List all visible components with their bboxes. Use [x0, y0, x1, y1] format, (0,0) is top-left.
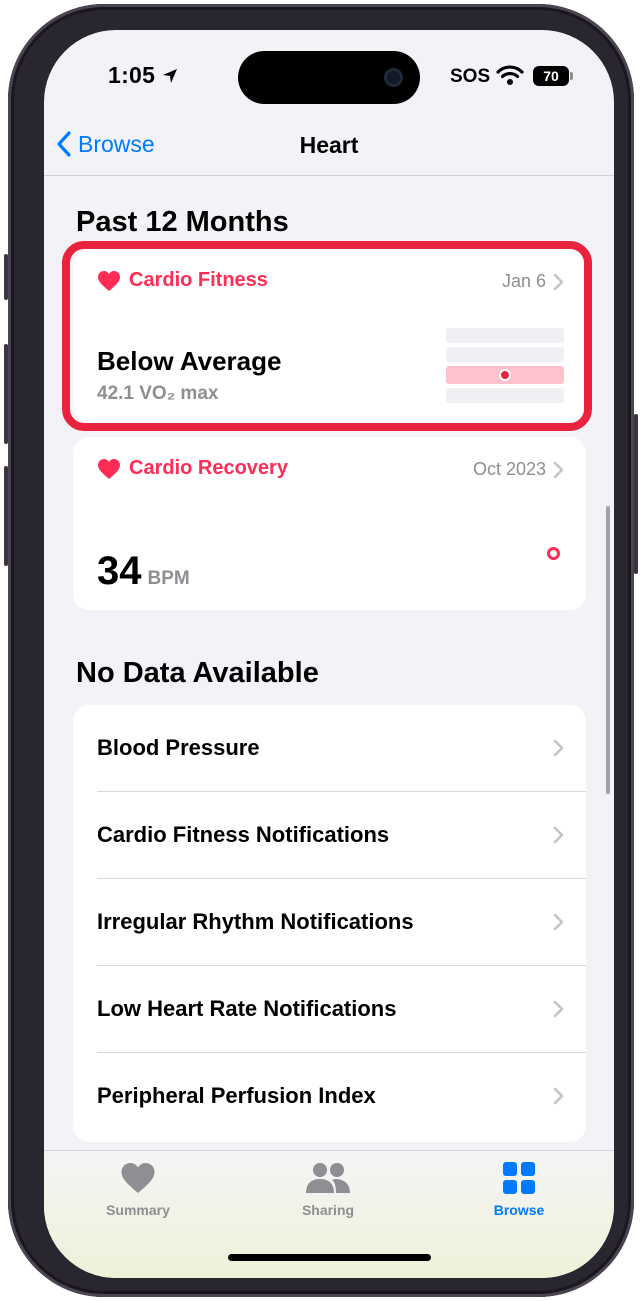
navigation-bar: Browse Heart	[44, 120, 614, 176]
location-arrow-icon	[163, 68, 178, 83]
screen: 1:05 SOS 70 Browse Heart Past 12 Months	[44, 30, 614, 1278]
cardio-recovery-title: Cardio Recovery	[129, 457, 288, 479]
action-button	[4, 254, 8, 300]
list-item-irregular-rhythm-notifications[interactable]: Irregular Rhythm Notifications	[73, 879, 586, 966]
list-item-label: Low Heart Rate Notifications	[97, 996, 397, 1021]
chevron-right-icon	[553, 461, 564, 479]
list-item-label: Blood Pressure	[97, 735, 260, 760]
list-item-peripheral-perfusion-index[interactable]: Peripheral Perfusion Index	[73, 1053, 586, 1140]
battery-level: 70	[543, 68, 559, 84]
wifi-icon	[496, 65, 524, 85]
tab-summary[interactable]: Summary	[78, 1161, 198, 1218]
phone-frame: 1:05 SOS 70 Browse Heart Past 12 Months	[4, 4, 638, 1297]
status-bar: 1:05 SOS 70	[44, 30, 614, 120]
chevron-right-icon	[553, 1087, 564, 1105]
chevron-right-icon	[553, 1000, 564, 1018]
heart-icon	[121, 1163, 155, 1193]
cardio-recovery-reading: 34 BPM	[97, 549, 190, 594]
heart-icon	[98, 458, 120, 479]
highlight-outline	[62, 241, 592, 431]
list-item-low-heart-rate-notifications[interactable]: Low Heart Rate Notifications	[73, 966, 586, 1053]
battery-tip	[570, 72, 573, 80]
volume-up-button	[4, 344, 8, 444]
chevron-right-icon	[553, 913, 564, 931]
status-time: 1:05	[108, 62, 179, 89]
recovery-data-point-icon	[547, 547, 560, 560]
home-indicator[interactable]	[228, 1254, 431, 1261]
tab-label: Summary	[106, 1202, 170, 1218]
cardio-recovery-value: 34	[97, 549, 142, 593]
list-item-label: Peripheral Perfusion Index	[97, 1083, 376, 1108]
cardio-recovery-unit: BPM	[147, 568, 190, 589]
battery-indicator: 70	[533, 66, 569, 86]
page-title: Heart	[299, 132, 359, 158]
grid-icon	[503, 1162, 535, 1194]
list-item-label: Cardio Fitness Notifications	[97, 822, 390, 847]
list-item-cardio-fitness-notifications[interactable]: Cardio Fitness Notifications	[73, 792, 586, 879]
list-item-label: Irregular Rhythm Notifications	[97, 909, 414, 934]
tab-browse[interactable]: Browse	[459, 1161, 579, 1218]
scrollbar[interactable]	[606, 506, 610, 794]
status-time-text: 1:05	[108, 62, 156, 88]
chevron-right-icon	[553, 739, 564, 757]
tab-sharing[interactable]: Sharing	[268, 1161, 388, 1218]
sos-indicator: SOS	[450, 66, 491, 87]
people-icon	[306, 1163, 350, 1193]
cardio-recovery-card[interactable]: Cardio Recovery Oct 2023 34 BPM	[73, 437, 586, 610]
chevron-right-icon	[553, 826, 564, 844]
camera-icon	[384, 68, 403, 87]
section-title-past: Past 12 Months	[76, 206, 289, 238]
tab-label: Sharing	[301, 1202, 355, 1218]
power-button	[634, 414, 638, 574]
list-item-blood-pressure[interactable]: Blood Pressure	[73, 705, 586, 792]
cardio-recovery-header: Cardio Recovery	[97, 457, 288, 480]
cardio-recovery-date: Oct 2023	[472, 459, 546, 479]
section-title-nodata: No Data Available	[76, 657, 319, 689]
dynamic-island	[238, 51, 420, 104]
volume-down-button	[4, 466, 8, 566]
tab-label: Browse	[493, 1202, 545, 1218]
no-data-list: Blood Pressure Cardio Fitness Notificati…	[73, 705, 586, 1142]
